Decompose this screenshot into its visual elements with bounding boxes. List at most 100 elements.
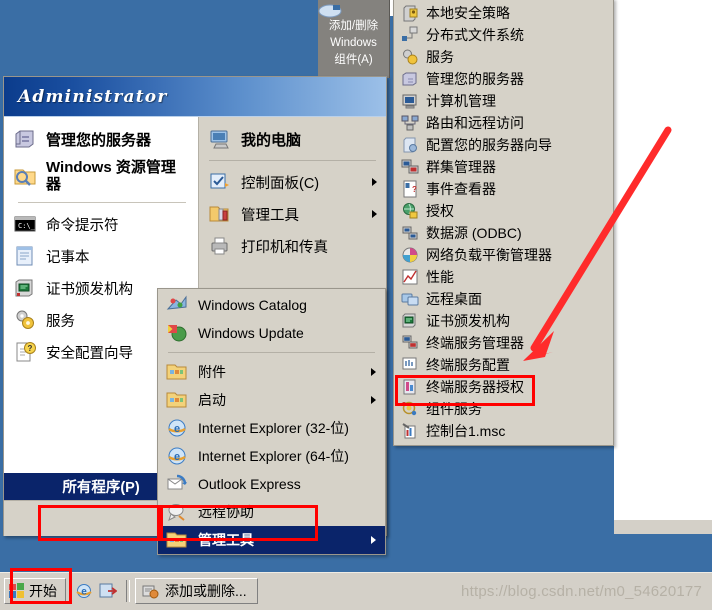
admin-item-label: 网络负载平衡管理器: [426, 247, 552, 263]
routing-remote-access-icon: [401, 114, 419, 132]
admin-item-terminal-services-manager[interactable]: 终端服务管理器: [394, 332, 613, 354]
manage-your-server-icon: [401, 70, 419, 88]
network-load-balancing-icon: [401, 246, 419, 264]
taskbar[interactable]: 开始 e 添加或删除... https://blog.csdn.net/m0_5…: [0, 572, 712, 610]
chevron-right-icon: [371, 368, 376, 376]
configure-server-wizard-icon: [401, 136, 419, 154]
start-item-notepad[interactable]: 记事本: [4, 240, 198, 272]
admin-item-odbc-data-sources[interactable]: 数据源 (ODBC): [394, 222, 613, 244]
program-item-label: Internet Explorer (64-位): [198, 448, 349, 464]
start-item-label: 服务: [46, 313, 75, 330]
internet-explorer-icon: e: [165, 416, 189, 440]
admin-item-services[interactable]: 服务: [394, 46, 613, 68]
terminal-server-licensing-icon: [401, 378, 419, 396]
dialog-line-1: 添加/删除: [328, 20, 379, 32]
start-item-windows-explorer[interactable]: Windows 资源管理器: [4, 155, 198, 197]
printers-faxes-icon: [208, 234, 232, 258]
windows-catalog-icon: [165, 293, 189, 317]
start-item-label: 记事本: [46, 249, 90, 266]
admin-item-configure-your-server-wizard[interactable]: 配置您的服务器向导: [394, 134, 613, 156]
admin-item-label: 终端服务管理器: [426, 335, 524, 351]
cluster-administrator-icon: [401, 158, 419, 176]
admin-item-network-load-balancing-manager[interactable]: 网络负载平衡管理器: [394, 244, 613, 266]
admin-item-computer-management[interactable]: 计算机管理: [394, 90, 613, 112]
chevron-right-icon: [372, 210, 377, 218]
admin-item-label: 终端服务器授权: [426, 379, 524, 395]
admin-item-label: 路由和远程访问: [426, 115, 524, 131]
taskbar-button-add-remove-programs[interactable]: 添加或删除...: [135, 578, 258, 604]
admin-item-remote-desktop[interactable]: 远程桌面: [394, 288, 613, 310]
chevron-right-icon: [372, 178, 377, 186]
user-name: Administrator: [18, 86, 168, 107]
admin-item-licensing[interactable]: 授权: [394, 200, 613, 222]
dialog-line-3: 组件(A): [334, 54, 373, 66]
admin-item-terminal-server-licensing[interactable]: 终端服务器授权: [394, 376, 613, 398]
background-window-gray-strip: [614, 520, 712, 534]
terminal-services-manager-icon: [401, 334, 419, 352]
divider: [18, 202, 186, 203]
program-item-remote-assistance[interactable]: 远程协助: [158, 498, 385, 526]
explorer-folder-icon: [13, 164, 37, 188]
admin-item-label: 数据源 (ODBC): [426, 225, 522, 241]
add-remove-windows-components-dialog[interactable]: 添加/删除 Windows 组件(A): [318, 0, 390, 78]
admin-item-event-viewer[interactable]: ? 事件查看器: [394, 178, 613, 200]
admin-item-label: 控制台1.msc: [426, 423, 506, 439]
computer-management-icon: [401, 92, 419, 110]
start-item-administrative-tools[interactable]: 管理工具: [199, 198, 386, 230]
admin-item-routing-and-remote-access[interactable]: 路由和远程访问: [394, 112, 613, 134]
watermark: https://blog.csdn.net/m0_54620177: [461, 583, 702, 600]
server-icon: [13, 127, 37, 151]
security-wizard-icon: ?: [13, 340, 37, 364]
admin-item-label: 本地安全策略: [426, 5, 510, 21]
start-item-my-computer[interactable]: 我的电脑: [199, 123, 386, 155]
start-button[interactable]: 开始: [4, 578, 66, 604]
program-item-label: 启动: [198, 392, 226, 408]
console-msc-icon: [401, 422, 419, 440]
admin-item-cluster-administrator[interactable]: 群集管理器: [394, 156, 613, 178]
show-desktop-icon[interactable]: [99, 582, 117, 600]
licensing-icon: [401, 202, 419, 220]
admin-item-label: 组件服务: [426, 401, 482, 417]
background-window-white-panel: [614, 0, 712, 533]
admin-item-label: 计算机管理: [426, 93, 496, 109]
admin-item-component-services[interactable]: 组件服务: [394, 398, 613, 420]
add-remove-programs-icon: [141, 582, 159, 600]
start-item-label: 我的电脑: [241, 131, 302, 149]
event-viewer-icon: ?: [401, 180, 419, 198]
start-item-command-prompt[interactable]: C:\_ 命令提示符: [4, 208, 198, 240]
program-item-administrative-tools[interactable]: 管理工具: [158, 526, 385, 554]
program-item-label: 管理工具: [198, 532, 254, 548]
admin-item-distributed-file-system[interactable]: 分布式文件系统: [394, 24, 613, 46]
program-item-windows-update[interactable]: Windows Update: [158, 319, 385, 347]
program-item-internet-explorer-64[interactable]: e Internet Explorer (64-位): [158, 442, 385, 470]
remote-desktop-icon: [401, 290, 419, 308]
admin-item-console-1-msc[interactable]: 控制台1.msc: [394, 420, 613, 442]
start-item-label: Windows 资源管理器: [46, 159, 176, 193]
admin-item-terminal-services-configuration[interactable]: 终端服务配置: [394, 354, 613, 376]
component-services-icon: [401, 400, 419, 418]
admin-item-label: 分布式文件系统: [426, 27, 524, 43]
program-item-outlook-express[interactable]: Outlook Express: [158, 470, 385, 498]
start-item-manage-your-server[interactable]: 管理您的服务器: [4, 123, 198, 155]
internet-explorer-icon[interactable]: e: [75, 582, 93, 600]
program-item-accessories[interactable]: 附件: [158, 358, 385, 386]
remote-assistance-icon: [165, 500, 189, 524]
admin-item-manage-your-server[interactable]: 管理您的服务器: [394, 68, 613, 90]
program-item-label: Outlook Express: [198, 476, 301, 492]
administrative-tools-flyout[interactable]: 本地安全策略 分布式文件系统 服务 管理您的服务器 计算机管理 路由和远程访问: [393, 0, 614, 446]
quick-launch-bar[interactable]: e: [71, 582, 121, 600]
admin-tools-folder-icon: [208, 202, 232, 226]
admin-item-local-security-policy[interactable]: 本地安全策略: [394, 2, 613, 24]
all-programs-flyout[interactable]: Windows Catalog Windows Update 附件 启动 e I…: [157, 288, 386, 555]
admin-item-label: 授权: [426, 203, 454, 219]
program-item-startup[interactable]: 启动: [158, 386, 385, 414]
admin-item-performance[interactable]: 性能: [394, 266, 613, 288]
start-item-printers-and-faxes[interactable]: 打印机和传真: [199, 230, 386, 262]
admin-item-label: 性能: [426, 269, 454, 285]
dialog-line-2: Windows: [330, 37, 377, 49]
program-item-windows-catalog[interactable]: Windows Catalog: [158, 291, 385, 319]
program-item-internet-explorer-32[interactable]: e Internet Explorer (32-位): [158, 414, 385, 442]
dfs-icon: [401, 26, 419, 44]
admin-item-certification-authority[interactable]: 证书颁发机构: [394, 310, 613, 332]
start-item-control-panel[interactable]: 控制面板(C): [199, 166, 386, 198]
